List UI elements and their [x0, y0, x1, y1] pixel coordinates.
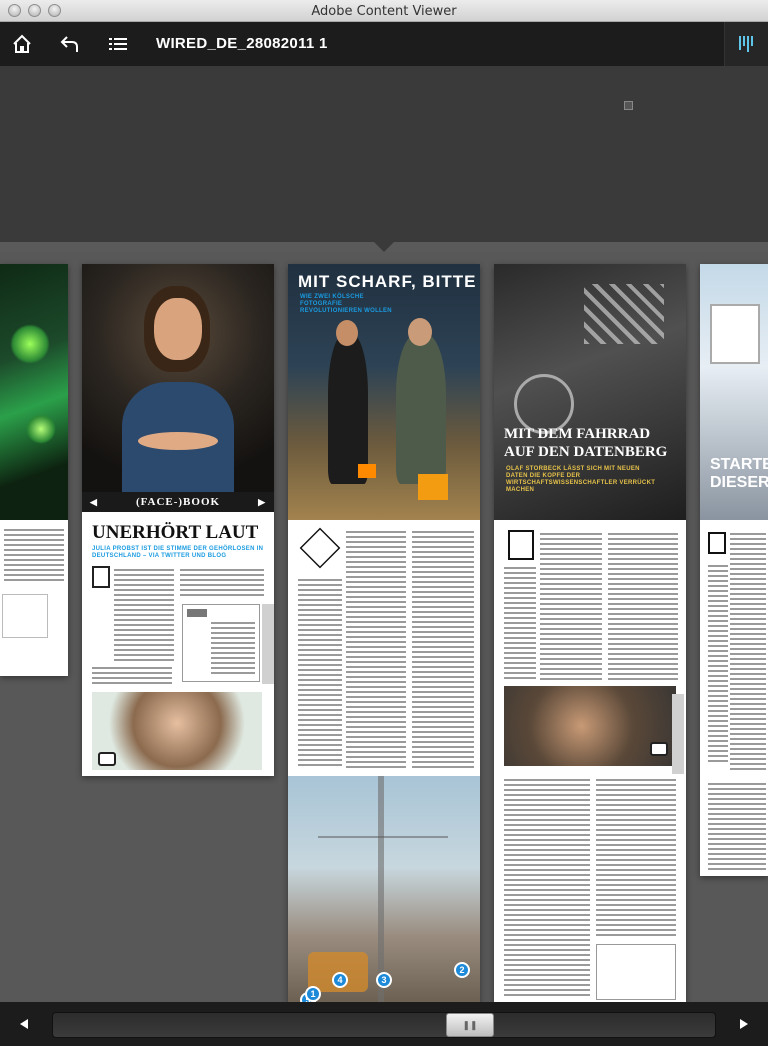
grip-icon: ❚❚ [462, 1019, 478, 1030]
article-text-col3 [92, 664, 172, 684]
article-text-col2 [412, 528, 474, 768]
article-headline-line1: MIT DEM FAHRRAD [504, 426, 651, 442]
camera-icon[interactable] [650, 742, 668, 756]
page-face-book[interactable]: ◀ (FACE-)BOOK ▶ UNERHÖRT LAUT JULIA PROB… [82, 264, 274, 776]
page-image [82, 264, 274, 492]
scroll-hint [262, 604, 274, 684]
article-text [4, 526, 64, 584]
article-text [730, 530, 766, 770]
article-logo-icon [508, 530, 534, 560]
article-subhead: JULIA PROBST IST DIE STIMME DER GEHÖRLOS… [92, 546, 264, 559]
article-text-col0 [298, 576, 342, 768]
window-title: Adobe Content Viewer [311, 4, 457, 19]
previous-page-button[interactable] [14, 1014, 34, 1034]
profile-box [182, 604, 260, 682]
article-text-col3 [504, 776, 590, 996]
next-arrow-icon [740, 1019, 748, 1029]
browse-mode-button[interactable] [724, 22, 768, 66]
home-icon [13, 34, 31, 53]
page-image: MIT SCHARF, BITTE WIE ZWEI KÖLSCHE FOTOG… [288, 264, 480, 520]
hotspot-marker-1[interactable]: 1 [305, 986, 321, 1002]
article-headline-line2: DIESER [710, 474, 768, 491]
article-logo-icon [299, 527, 341, 569]
info-box [2, 594, 48, 638]
caption-text: (FACE-)BOOK [135, 496, 221, 508]
back-button[interactable] [54, 28, 86, 60]
hotspot-marker-3[interactable]: 3 [376, 972, 392, 988]
article-subhead: OLAF STORBECK LÄSST SICH MIT NEUEN DATEN… [506, 466, 656, 493]
caption-prev-icon: ◀ [90, 496, 98, 507]
page-image: STARTE DIESER [700, 264, 768, 520]
back-icon [60, 36, 78, 52]
profile-box [596, 944, 676, 1000]
article-text-col4 [596, 776, 676, 936]
caption-bar: ◀ (FACE-)BOOK ▶ [82, 492, 274, 512]
hotspot-marker-4[interactable]: 4 [332, 972, 348, 988]
article-text-col1 [540, 530, 602, 680]
home-button[interactable] [6, 28, 38, 60]
article-text-col0 [504, 564, 536, 680]
list-icon [109, 38, 127, 50]
article-logo-icon [708, 532, 726, 554]
article-text-col2 [180, 566, 264, 596]
page-partial-left[interactable] [0, 264, 68, 676]
page-mit-scharf[interactable]: MIT SCHARF, BITTE WIE ZWEI KÖLSCHE FOTOG… [288, 264, 480, 1002]
interactive-photo[interactable] [288, 776, 480, 1002]
article-text-col2 [708, 780, 766, 870]
hotspot-marker-2[interactable]: 2 [454, 962, 470, 978]
current-page-pointer [374, 242, 394, 252]
pages-browser[interactable]: ◀ (FACE-)BOOK ▶ UNERHÖRT LAUT JULIA PROB… [0, 252, 768, 1002]
article-headline: MIT SCHARF, BITTE [298, 272, 477, 291]
page-image [0, 264, 68, 520]
article-preview-area [0, 66, 768, 242]
article-headline: UNERHÖRT LAUT [92, 522, 259, 543]
camera-icon[interactable] [98, 752, 116, 766]
window-titlebar: Adobe Content Viewer [0, 0, 768, 22]
scroll-hint [672, 694, 684, 774]
document-title: WIRED_DE_28082011 1 [156, 35, 328, 52]
article-text-col1 [346, 528, 406, 768]
table-of-contents-button[interactable] [102, 28, 134, 60]
article-text-col2 [608, 530, 678, 680]
browse-mode-icon [738, 36, 753, 52]
viewer-toolbar: WIRED_DE_28082011 1 [0, 22, 768, 66]
preview-indicator-icon[interactable] [624, 101, 633, 110]
page-scrubber-bar: ❚❚ [0, 1002, 768, 1046]
page-image: MIT DEM FAHRRAD AUF DEN DATENBERG OLAF S… [494, 264, 686, 520]
article-text-col0 [708, 562, 728, 762]
article-subhead: WIE ZWEI KÖLSCHE FOTOGRAFIE REVOLUTIONIE… [300, 294, 392, 314]
article-headline-line1: STARTE [710, 456, 768, 473]
next-page-button[interactable] [734, 1014, 754, 1034]
initial-icon [92, 566, 110, 588]
prev-arrow-icon [20, 1019, 28, 1029]
page-starte[interactable]: STARTE DIESER [700, 264, 768, 876]
page-scrubber[interactable]: ❚❚ [52, 1012, 716, 1038]
caption-next-icon: ▶ [258, 496, 266, 507]
article-text-col1 [114, 566, 174, 662]
article-headline-line2: AUF DEN DATENBERG [504, 444, 668, 460]
scrubber-thumb[interactable]: ❚❚ [446, 1013, 494, 1037]
portrait-image [92, 692, 262, 770]
page-fahrrad[interactable]: MIT DEM FAHRRAD AUF DEN DATENBERG OLAF S… [494, 264, 686, 1002]
